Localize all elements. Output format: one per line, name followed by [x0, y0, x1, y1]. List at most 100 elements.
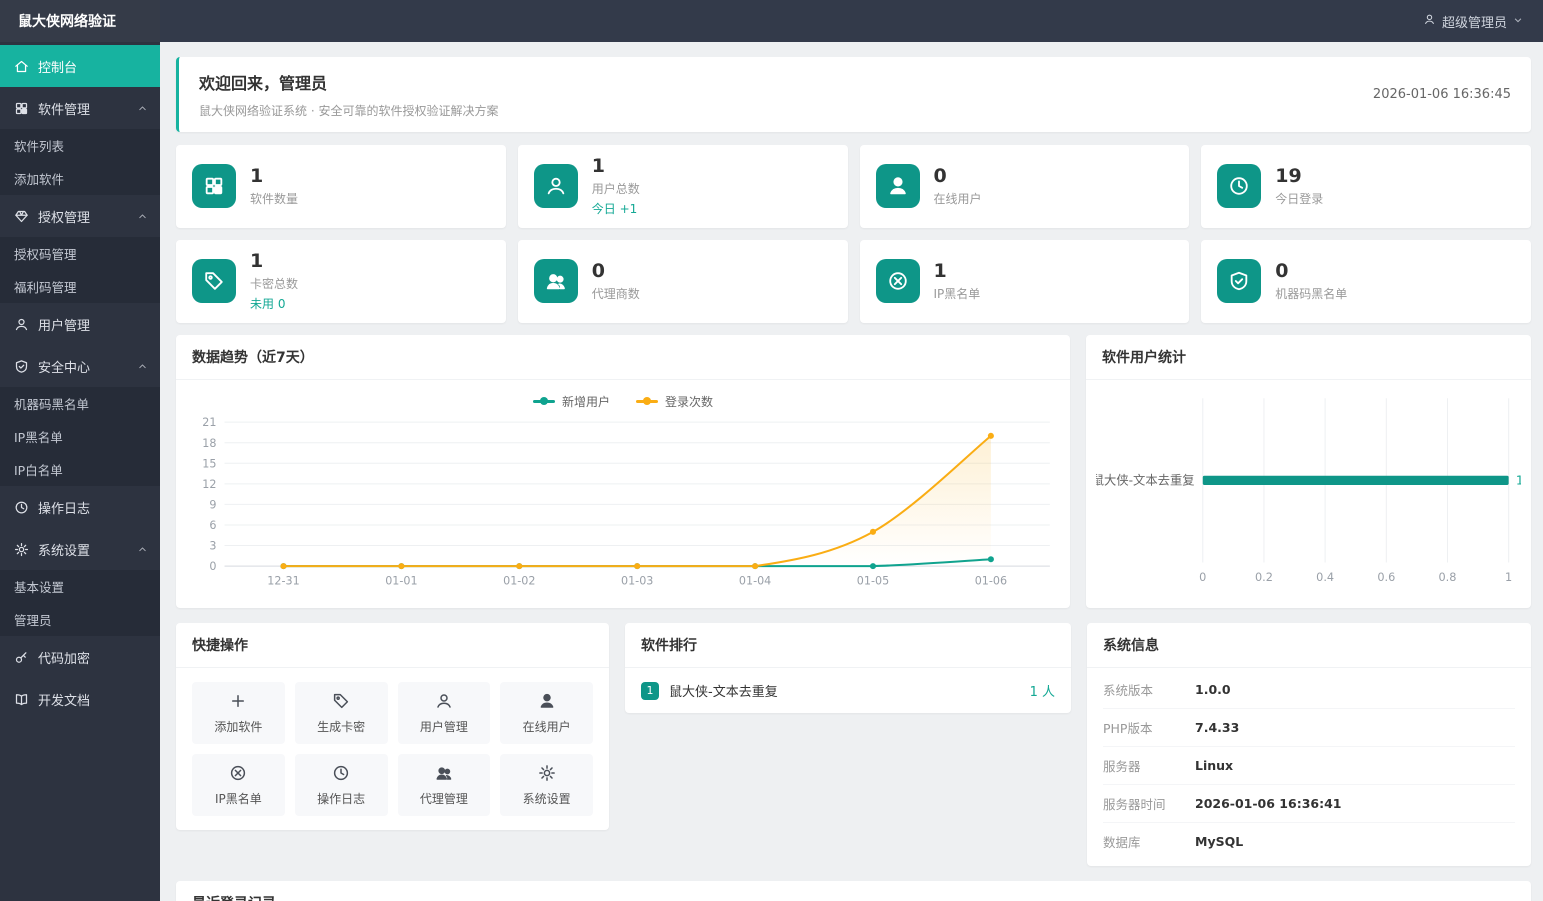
recent-logins-title: 最近登录记录 — [176, 881, 1531, 901]
svg-text:0.8: 0.8 — [1439, 571, 1457, 584]
sidebar-item[interactable]: 授权管理 — [0, 195, 160, 237]
sidebar-subitem[interactable]: 添加软件 — [0, 162, 160, 195]
stat-value: 1 — [933, 259, 947, 282]
stat-label: 机器码黑名单 — [1275, 286, 1348, 301]
quick-action-button[interactable]: 操作日志 — [294, 754, 388, 817]
svg-text:01-01: 01-01 — [385, 574, 417, 587]
stat-card: 1 软件数量 — [176, 145, 506, 228]
system-info-title: 系统信息 — [1087, 623, 1531, 669]
svg-text:6: 6 — [209, 519, 216, 532]
user-outline-icon — [533, 164, 578, 209]
stat-value: 1 — [591, 155, 605, 177]
stat-value: 1 — [250, 249, 264, 272]
quick-action-button[interactable]: 系统设置 — [500, 754, 593, 817]
person-icon — [1423, 13, 1436, 30]
user-menu[interactable]: 超级管理员 — [1423, 12, 1523, 31]
stat-label: 代理商数 — [591, 286, 640, 301]
sidebar-item[interactable]: 安全中心 — [0, 345, 160, 387]
sidebar-subitem[interactable]: 管理员 — [0, 603, 160, 636]
legend-item[interactable]: 登录次数 — [636, 393, 713, 410]
clock-icon — [332, 764, 350, 782]
stat-card: 0 机器码黑名单 — [1201, 239, 1531, 323]
svg-text:01-06: 01-06 — [975, 574, 1007, 587]
info-label: 数据库 — [1103, 835, 1141, 851]
stat-card: 1 卡密总数 未用 0 — [176, 239, 506, 323]
quick-action-button[interactable]: 添加软件 — [192, 682, 285, 745]
info-value: 1.0.0 — [1195, 682, 1231, 698]
svg-text:0.6: 0.6 — [1377, 571, 1395, 584]
system-info-row: 服务器 Linux — [1103, 747, 1515, 786]
sidebar-item[interactable]: 软件管理 — [0, 87, 160, 129]
app-logo: 鼠大侠网络验证 — [0, 0, 160, 42]
system-info-row: 系统版本 1.0.0 — [1103, 671, 1515, 710]
quick-action-label: IP黑名单 — [214, 791, 262, 806]
sidebar-subitem[interactable]: 机器码黑名单 — [0, 387, 160, 420]
svg-text:15: 15 — [202, 457, 216, 470]
book-icon — [14, 692, 29, 707]
welcome-title: 欢迎回来，管理员 — [199, 74, 328, 93]
legend-item[interactable]: 新增用户 — [532, 393, 610, 410]
quick-action-button[interactable]: 在线用户 — [500, 682, 593, 745]
stat-extra: 未用 0 — [250, 296, 286, 311]
stats-grid: 1 软件数量 1 用户总数 今日 +1 0 在线用户 19 今日登录 1 卡密总… — [176, 145, 1531, 323]
usage-bar-chart: 0 0.2 0.4 0.6 0.8 1 鼠大侠-文本去重复 1 — [1096, 397, 1521, 584]
info-value: Linux — [1195, 758, 1234, 774]
clock-icon — [1217, 164, 1262, 209]
stat-label: 在线用户 — [933, 191, 982, 206]
sidebar-nav: 控制台 软件管理 软件列表 添加软件 授权管理 授权码管理 福利码管理 用户管理 安全中心 机器码… — [0, 42, 160, 901]
grid-icon — [192, 164, 236, 209]
svg-text:0.4: 0.4 — [1316, 571, 1334, 584]
gear-icon — [14, 542, 29, 557]
grid-icon — [14, 101, 29, 116]
info-label: 服务器 — [1103, 759, 1141, 775]
sidebar-item[interactable]: 控制台 — [0, 45, 160, 87]
info-value: 7.4.33 — [1195, 720, 1240, 736]
system-info-row: PHP版本 7.4.33 — [1103, 709, 1515, 748]
quick-action-button[interactable]: 生成卡密 — [294, 682, 388, 745]
stat-card: 19 今日登录 — [1201, 145, 1531, 228]
quick-action-button[interactable]: 用户管理 — [397, 682, 491, 745]
topbar: 鼠大侠网络验证 超级管理员 — [0, 0, 1543, 42]
sidebar-subitem[interactable]: 基本设置 — [0, 570, 160, 603]
welcome-subtitle: 鼠大侠网络验证系统 · 安全可靠的软件授权验证解决方案 — [199, 104, 499, 118]
stat-value: 19 — [1275, 165, 1302, 187]
users-icon — [533, 259, 578, 304]
shield-check-icon — [14, 359, 29, 374]
svg-text:01-02: 01-02 — [503, 574, 535, 587]
stat-label: 软件数量 — [250, 191, 299, 206]
svg-text:3: 3 — [209, 539, 216, 552]
chevron-up-icon — [137, 103, 148, 114]
quick-action-button[interactable]: IP黑名单 — [192, 754, 285, 817]
legend-marker — [532, 397, 555, 406]
sidebar-subitem[interactable]: 授权码管理 — [0, 237, 160, 270]
rank-badge: 1 — [641, 681, 659, 700]
sidebar-subitem[interactable]: IP黑名单 — [0, 420, 160, 453]
gear-icon — [538, 764, 556, 782]
sidebar-item[interactable]: 用户管理 — [0, 303, 160, 345]
ranking-row: 1 鼠大侠-文本去重复 1 人 — [625, 668, 1071, 713]
stat-value: 0 — [933, 165, 947, 187]
welcome-banner: 欢迎回来，管理员 鼠大侠网络验证系统 · 安全可靠的软件授权验证解决方案 202… — [176, 57, 1531, 132]
info-value: 2026-01-06 16:36:41 — [1195, 796, 1342, 812]
svg-text:01-03: 01-03 — [621, 574, 653, 587]
info-label: PHP版本 — [1103, 721, 1153, 737]
sidebar-subitem[interactable]: IP白名单 — [0, 453, 160, 486]
sidebar-subitem[interactable]: 福利码管理 — [0, 270, 160, 303]
sidebar-subitem[interactable]: 软件列表 — [0, 129, 160, 162]
software-ranking-title: 软件排行 — [625, 623, 1071, 669]
stat-label: 用户总数 — [591, 181, 640, 196]
system-info-row: 数据库 MySQL — [1103, 823, 1515, 860]
software-ranking-card: 软件排行 1 鼠大侠-文本去重复 1 人 — [625, 623, 1071, 714]
sidebar-item[interactable]: 开发文档 — [0, 678, 160, 720]
quick-action-label: 生成卡密 — [317, 719, 366, 734]
sidebar-item[interactable]: 系统设置 — [0, 528, 160, 570]
stat-value: 1 — [250, 165, 264, 187]
chevron-up-icon — [137, 544, 148, 555]
sidebar-item[interactable]: 代码加密 — [0, 636, 160, 678]
quick-action-button[interactable]: 代理管理 — [397, 754, 491, 817]
svg-text:0.2: 0.2 — [1255, 571, 1273, 584]
trend-line-chart: 0 3 6 9 12 15 18 21 12-31 01-01 01-02 01-03 01-04 01-… — [202, 416, 1050, 587]
user-label: 超级管理员 — [1441, 15, 1507, 31]
software-name: 鼠大侠-文本去重复 — [669, 685, 778, 701]
sidebar-item[interactable]: 操作日志 — [0, 486, 160, 528]
